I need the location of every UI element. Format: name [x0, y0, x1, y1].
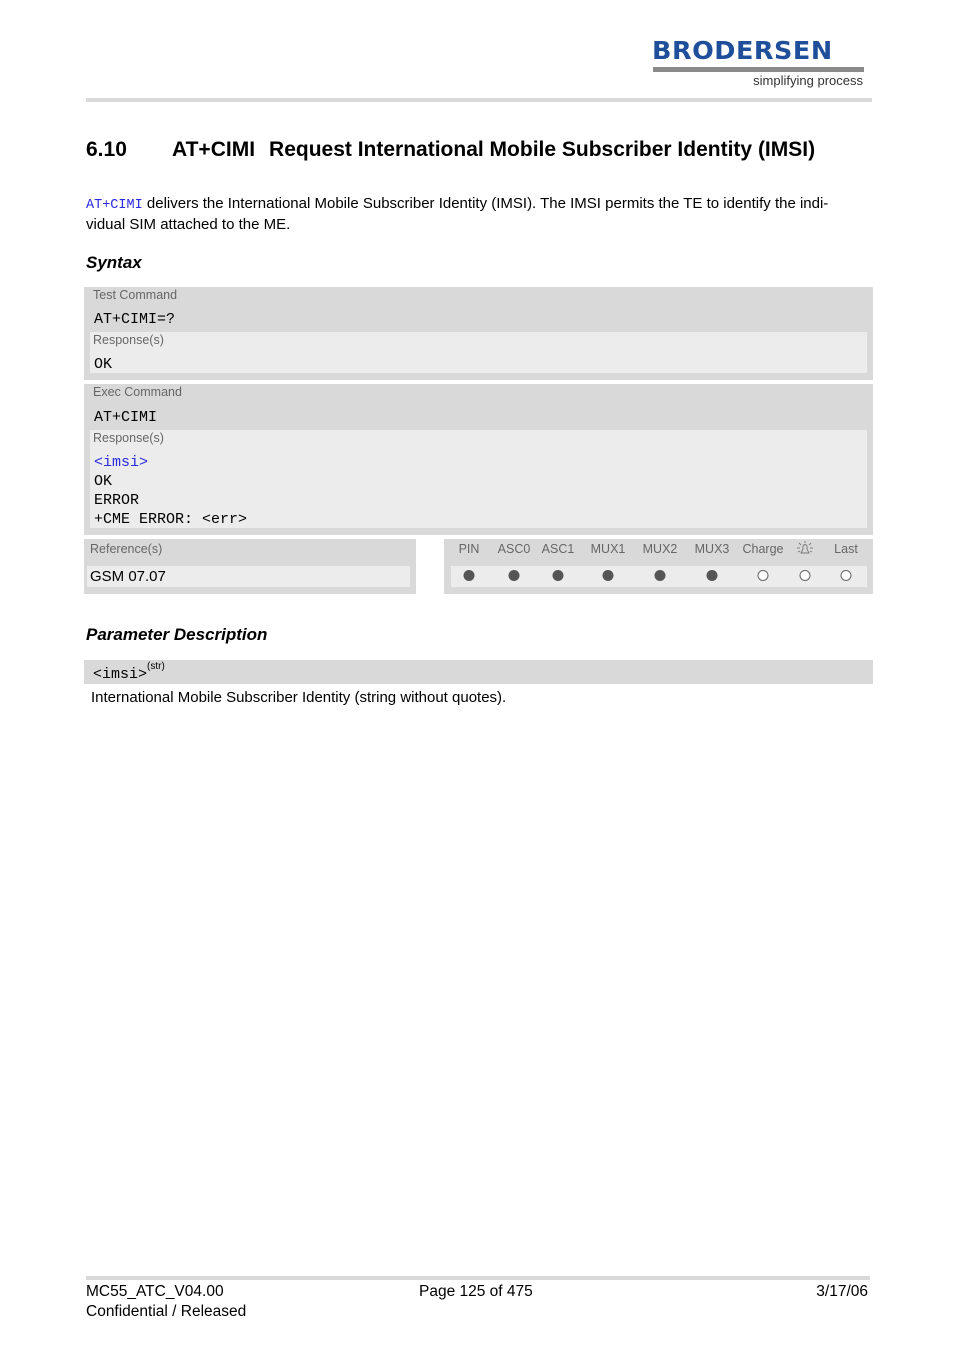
flag-asc0-filled: [508, 570, 520, 581]
parameter-type: (str): [147, 661, 165, 672]
page-title: 6.10 AT+CIMI Request International Mobile …: [86, 138, 815, 162]
flag-header-pin: PIN: [458, 542, 480, 556]
test-response-line: OK: [94, 356, 113, 373]
flags-table: PIN ASC0 ASC1 MUX1 MUX2 MUX3 Charge Last: [444, 539, 873, 594]
flag-header-charge: Charge: [742, 542, 784, 556]
exec-response-cme-error: +CME ERROR: <err>: [94, 511, 248, 528]
exec-command-block: Exec Command AT+CIMI Response(s) <imsi> …: [84, 384, 873, 535]
test-response-box: Response(s) OK: [90, 332, 867, 373]
intro-text-1: delivers the International Mobile Subscr…: [142, 195, 829, 212]
exec-response-box: Response(s) <imsi> OK ERROR +CME ERROR: …: [90, 430, 867, 528]
flag-asc1-filled: [552, 570, 564, 581]
intro-text-2: vidual SIM attached to the ME.: [86, 216, 291, 233]
footer-page-number: Page 125 of 475: [419, 1283, 533, 1300]
reference-value: GSM 07.07: [87, 566, 410, 587]
footer-status: Confidential / Released: [86, 1303, 247, 1320]
flag-header-mux3: MUX3: [694, 542, 730, 556]
test-response-label: Response(s): [93, 333, 164, 347]
exec-command: AT+CIMI: [94, 409, 158, 426]
exec-response-error: ERROR: [94, 492, 140, 509]
logo-wordmark: BRODERSEN: [652, 36, 833, 65]
section-title-text: Request International Mobile Subscriber …: [269, 138, 816, 161]
parameter-imsi-header: <imsi>(str): [84, 660, 873, 684]
reference-label: Reference(s): [90, 542, 163, 556]
parameter-name: <imsi>(str): [93, 661, 165, 683]
flag-header-asc0: ASC0: [497, 542, 531, 556]
intro-paragraph: AT+CIMI delivers the International Mobil…: [86, 194, 876, 234]
command-link[interactable]: AT+CIMI: [86, 198, 143, 213]
flag-pin-filled: [463, 570, 475, 581]
footer-divider: [86, 1276, 870, 1280]
test-command-label: Test Command: [93, 288, 178, 302]
footer-date: 3/17/06: [816, 1283, 868, 1300]
alarm-bell-icon: [795, 540, 815, 559]
reference-box: Reference(s) GSM 07.07: [84, 539, 416, 594]
flag-header-asc1: ASC1: [541, 542, 575, 556]
flag-header-last: Last: [834, 542, 858, 556]
flag-mux2-filled: [654, 570, 666, 581]
flag-mux3-filled: [706, 570, 718, 581]
flag-charge-empty: [757, 570, 769, 581]
parameter-imsi-description: International Mobile Subscriber Identity…: [91, 689, 507, 706]
flag-last-empty: [840, 570, 852, 581]
test-command: AT+CIMI=?: [94, 311, 176, 328]
exec-response-label: Response(s): [93, 431, 164, 445]
section-command: AT+CIMI: [172, 138, 256, 161]
flag-mux1-filled: [602, 570, 614, 581]
syntax-heading: Syntax: [86, 253, 142, 272]
parameter-imsi-name: <imsi>: [93, 666, 148, 683]
flag-alarm-empty: [799, 570, 811, 581]
exec-response-imsi[interactable]: <imsi>: [94, 454, 148, 471]
brodersen-logo: BRODERSEN simplifying process: [652, 38, 866, 94]
flag-header-mux1: MUX1: [590, 542, 626, 556]
test-command-block: Test Command AT+CIMI=? Response(s) OK: [84, 287, 873, 380]
parameter-description-heading: Parameter Description: [86, 625, 268, 644]
logo-bar: [653, 67, 864, 72]
exec-command-label: Exec Command: [93, 385, 182, 399]
header-divider: [86, 98, 872, 102]
section-number: 6.10: [86, 138, 127, 161]
logo-tagline: simplifying process: [753, 73, 863, 88]
footer-doc-id: MC55_ATC_V04.00: [86, 1283, 224, 1300]
exec-response-ok: OK: [94, 473, 113, 490]
flag-header-mux2: MUX2: [642, 542, 678, 556]
